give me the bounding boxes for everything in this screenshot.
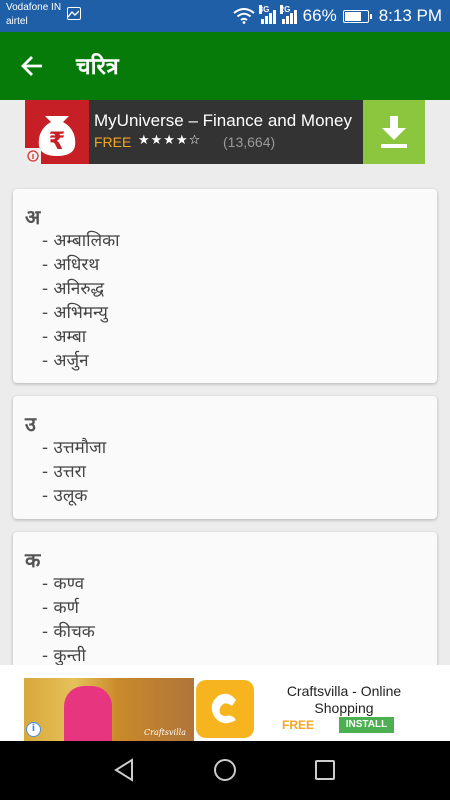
battery-icon	[342, 9, 372, 23]
list-item[interactable]: - कर्ण	[42, 596, 95, 620]
signal-strength-icon-2: 2G	[279, 5, 297, 24]
character-list: - कण्व - कर्ण - कीचक - कुन्ती	[42, 572, 95, 668]
arrow-left-icon	[21, 56, 42, 76]
section-letter: क	[25, 548, 41, 572]
page-title: चरित्र	[76, 54, 119, 80]
image-notification-icon	[67, 7, 81, 20]
ad-choices-icon[interactable]	[25, 148, 41, 164]
ad-price: FREE	[282, 718, 315, 732]
nav-home-button[interactable]	[212, 757, 238, 783]
status-bar: Vodafone IN airtel 3G 2G 66% 8:13 PM	[0, 0, 450, 32]
nav-recents-button[interactable]	[312, 757, 338, 783]
download-button[interactable]	[363, 100, 425, 164]
wifi-icon	[233, 8, 255, 24]
list-item[interactable]: - अम्बा	[42, 325, 120, 349]
list-item[interactable]: - उत्तरा	[42, 460, 106, 484]
nav-back-button[interactable]	[112, 757, 138, 783]
ad-title: MyUniverse – Finance and Money	[94, 111, 352, 130]
list-item[interactable]: - उलूक	[42, 484, 106, 508]
download-icon	[381, 116, 407, 148]
square-recents-icon	[315, 760, 335, 780]
section-card-a: अ - अम्बालिका - अधिरथ - अनिरुद्ध - अभिमन…	[13, 189, 437, 383]
section-card-u: उ - उत्तमौजा - उत्तरा - उलूक	[13, 396, 437, 519]
list-item[interactable]: - अर्जुन	[42, 349, 120, 373]
ad-title: Craftsvilla - Online Shopping	[286, 683, 402, 716]
list-item[interactable]: - कीचक	[42, 620, 95, 644]
list-item[interactable]: - अम्बालिका	[42, 229, 120, 253]
list-item[interactable]: - कण्व	[42, 572, 95, 596]
navigation-bar	[0, 741, 450, 800]
craftsvilla-logo-icon	[196, 680, 254, 738]
signal-strength-icon-1: 3G	[258, 5, 276, 24]
ad-photo: Craftsvilla	[24, 678, 194, 741]
photo-brand: Craftsvilla	[144, 728, 186, 737]
character-list: - उत्तमौजा - उत्तरा - उलूक	[42, 436, 106, 508]
svg-text:₹: ₹	[49, 127, 66, 155]
list-item[interactable]: - अभिमन्यु	[42, 301, 120, 325]
ad-price: FREE	[94, 134, 132, 150]
install-button[interactable]: INSTALL	[339, 717, 394, 733]
network-type-2: 2G	[279, 5, 291, 14]
ad-info-icon[interactable]: i	[26, 722, 41, 737]
ad-banner-top[interactable]: ₹ MyUniverse – Finance and Money FREE ★★…	[25, 100, 425, 164]
circle-home-icon	[214, 759, 236, 781]
network-type-1: 3G	[258, 5, 270, 14]
section-letter: अ	[25, 205, 41, 229]
list-item[interactable]: - अधिरथ	[42, 253, 120, 277]
status-icons: 3G 2G 66% 8:13 PM	[233, 0, 442, 32]
saree-figure	[64, 686, 112, 741]
section-letter: उ	[25, 412, 36, 436]
battery-fill	[344, 11, 361, 21]
carrier-name-2: airtel	[6, 16, 28, 27]
list-item[interactable]: - उत्तमौजा	[42, 436, 106, 460]
ad-banner-bottom[interactable]: Craftsvilla i Craftsvilla - Online Shopp…	[24, 678, 426, 741]
carrier-info: Vodafone IN airtel	[6, 1, 61, 29]
review-count: (13,664)	[223, 134, 276, 150]
battery-percent: 66%	[302, 6, 337, 25]
back-button[interactable]	[18, 52, 46, 80]
triangle-back-icon	[114, 758, 133, 782]
carrier-name-1: Vodafone IN	[6, 2, 62, 13]
star-rating: ★★★★☆	[138, 133, 202, 148]
list-item[interactable]: - अनिरुद्ध	[42, 277, 120, 301]
clock: 8:13 PM	[378, 6, 442, 25]
app-bar: चरित्र	[0, 32, 450, 100]
character-list: - अम्बालिका - अधिरथ - अनिरुद्ध - अभिमन्य…	[42, 229, 120, 373]
